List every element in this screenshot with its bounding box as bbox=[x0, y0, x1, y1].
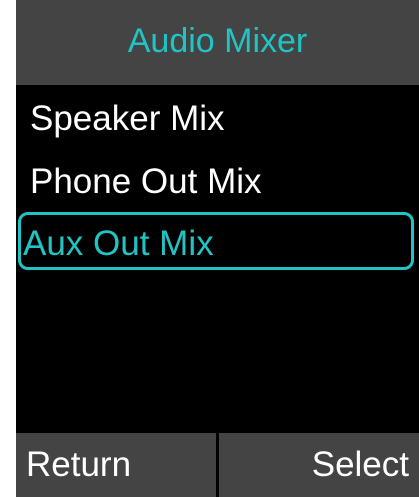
menu-item-aux-out-mix[interactable]: Aux Out Mix bbox=[18, 212, 414, 270]
menu-item-speaker-mix[interactable]: Speaker Mix bbox=[18, 87, 414, 145]
softkey-bar: Return Select bbox=[16, 433, 419, 497]
page-title: Audio Mixer bbox=[127, 21, 308, 60]
menu-item-phone-out-mix[interactable]: Phone Out Mix bbox=[18, 150, 414, 208]
select-softkey[interactable]: Select bbox=[219, 433, 419, 497]
return-softkey[interactable]: Return bbox=[16, 433, 216, 497]
title-bar: Audio Mixer bbox=[16, 0, 419, 85]
device-screen: Audio Mixer Speaker Mix Phone Out Mix Au… bbox=[16, 0, 419, 497]
